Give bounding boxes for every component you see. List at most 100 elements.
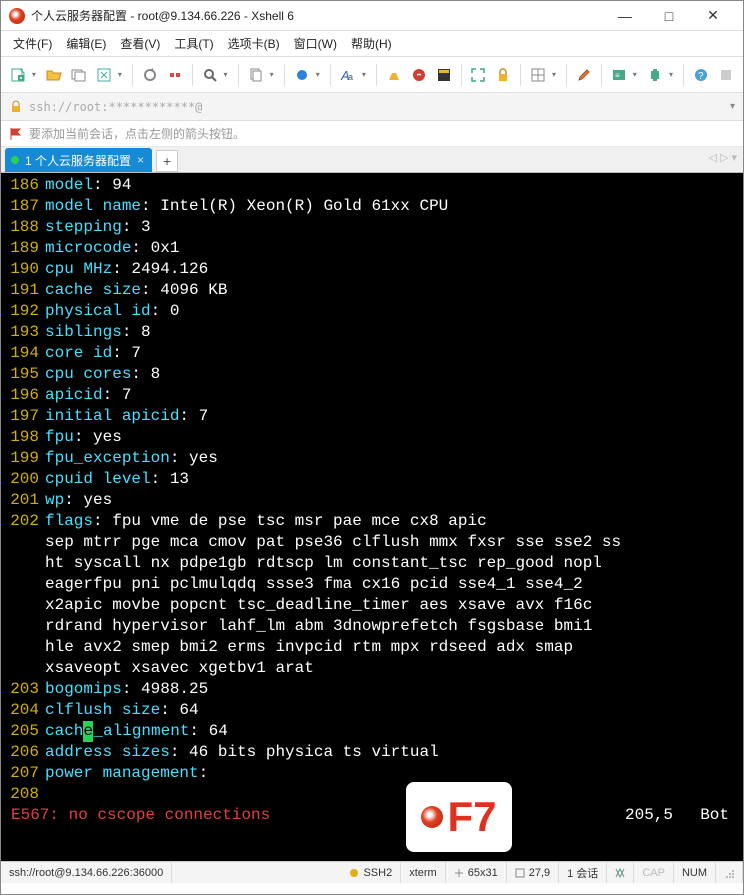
record-icon[interactable]: [408, 62, 430, 88]
about-icon[interactable]: [715, 62, 737, 88]
status-caps: CAP: [634, 862, 674, 883]
terminal-line: xsaveopt xsavec xgetbv1 arat: [1, 658, 743, 679]
menu-view[interactable]: 查看(V): [114, 32, 166, 55]
separator: [683, 64, 684, 86]
dropdown-icon[interactable]: ▾: [552, 70, 560, 79]
status-cursor: 27,9: [507, 862, 559, 883]
separator: [601, 64, 602, 86]
terminal-line: 200 cpuid level : 13: [1, 469, 743, 490]
dropdown-icon[interactable]: ▾: [224, 70, 232, 79]
tab-add-button[interactable]: +: [156, 150, 178, 172]
plugin-icon[interactable]: [644, 62, 666, 88]
fullscreen-icon[interactable]: [468, 62, 490, 88]
terminal-line: 206 address sizes : 46 bits physica ts v…: [1, 742, 743, 763]
status-dot-icon: [11, 156, 19, 164]
highlight-icon[interactable]: [383, 62, 405, 88]
terminal-line: 201 wp : yes: [1, 490, 743, 511]
menu-help[interactable]: 帮助(H): [345, 32, 398, 55]
terminal-line: 193 siblings : 8: [1, 322, 743, 343]
dropdown-icon[interactable]: ▾: [730, 101, 735, 112]
terminal-line: ht syscall nx pdpe1gb rdtscp lm constant…: [1, 553, 743, 574]
dropdown-icon[interactable]: ▾: [362, 70, 370, 79]
window-title: 个人云服务器配置 - root@9.134.66.226 - Xshell 6: [31, 7, 603, 24]
svg-text:?: ?: [698, 71, 704, 82]
tab-close-icon[interactable]: ×: [137, 153, 144, 167]
session-tab[interactable]: 1 个人云服务器配置 ×: [5, 148, 152, 172]
terminal-line: 195 cpu cores : 8: [1, 364, 743, 385]
status-grip-icon: [716, 862, 743, 883]
dropdown-icon[interactable]: ▾: [118, 70, 126, 79]
minimize-button[interactable]: —: [603, 2, 647, 30]
edit-icon[interactable]: [573, 62, 595, 88]
dropdown-icon[interactable]: ▾: [270, 70, 278, 79]
status-bar: ssh://root@9.134.66.226:36000 SSH2 xterm…: [1, 861, 743, 883]
open-icon[interactable]: [43, 62, 65, 88]
terminal-line: 199 fpu_exception : yes: [1, 448, 743, 469]
close-button[interactable]: ✕: [691, 2, 735, 30]
copy-icon[interactable]: [245, 62, 267, 88]
lock-icon[interactable]: [492, 62, 514, 88]
tabs-icon[interactable]: [68, 62, 90, 88]
svg-text:a: a: [348, 72, 353, 82]
hint-bar: 要添加当前会话，点击左侧的箭头按钮。: [1, 121, 743, 147]
shortcut-overlay: F7: [406, 782, 512, 852]
hint-text: 要添加当前会话，点击左侧的箭头按钮。: [29, 125, 245, 142]
help-icon[interactable]: ?: [690, 62, 712, 88]
status-net-icon: [607, 862, 634, 883]
command-icon[interactable]: ≡: [608, 62, 630, 88]
title-bar: 个人云服务器配置 - root@9.134.66.226 - Xshell 6 …: [1, 1, 743, 31]
separator: [132, 64, 133, 86]
terminal-error: E567: no cscope connections205,5Bot: [1, 805, 743, 826]
cursor: e: [83, 721, 93, 742]
overlay-key: F7: [447, 793, 496, 841]
menu-file[interactable]: 文件(F): [7, 32, 58, 55]
terminal[interactable]: 186 model : 94187 model name : Intel(R) …: [1, 173, 743, 861]
terminal-line: 196 apicid : 7: [1, 385, 743, 406]
dropdown-icon[interactable]: ▾: [32, 70, 40, 79]
status-connection: ssh://root@9.134.66.226:36000: [1, 862, 172, 883]
menu-window[interactable]: 窗口(W): [288, 32, 343, 55]
terminal-line: hle avx2 smep bmi2 erms invpcid rtm mpx …: [1, 637, 743, 658]
reconnect-icon[interactable]: [139, 62, 161, 88]
terminal-line: 191 cache size : 4096 KB: [1, 280, 743, 301]
terminal-line: rdrand hypervisor lahf_lm abm 3dnowprefe…: [1, 616, 743, 637]
terminal-line: 189 microcode : 0x1: [1, 238, 743, 259]
layout-icon[interactable]: [527, 62, 549, 88]
terminal-line: 197 initial apicid : 7: [1, 406, 743, 427]
app-icon: [9, 8, 25, 24]
menu-tools[interactable]: 工具(T): [168, 32, 219, 55]
terminal-line: 186 model : 94: [1, 175, 743, 196]
separator: [192, 64, 193, 86]
flag-icon: [9, 127, 23, 141]
terminal-line: 198 fpu : yes: [1, 427, 743, 448]
xshell-icon: [421, 806, 443, 828]
terminal-line: 190 cpu MHz : 2494.126: [1, 259, 743, 280]
tab-nav[interactable]: ◁ ▷ ▾: [708, 151, 737, 164]
disconnect-icon[interactable]: [164, 62, 186, 88]
font-icon[interactable]: Aa: [337, 62, 359, 88]
separator: [520, 64, 521, 86]
transfer-icon[interactable]: [93, 62, 115, 88]
dropdown-icon[interactable]: ▾: [316, 70, 324, 79]
toolbar: ▾ ▾ ▾ ▾ ▾ Aa ▾ ▾ ≡ ▾ ▾ ?: [1, 57, 743, 93]
tab-bar: 1 个人云服务器配置 × + ◁ ▷ ▾: [1, 147, 743, 173]
terminal-line: 202 flags : fpu vme de pse tsc msr pae m…: [1, 511, 743, 532]
dropdown-icon[interactable]: ▾: [633, 70, 641, 79]
terminal-line: 188 stepping : 3: [1, 217, 743, 238]
dropdown-icon[interactable]: ▾: [669, 70, 677, 79]
maximize-button[interactable]: □: [647, 2, 691, 30]
address-bar[interactable]: ssh://root:************@ ▾: [1, 93, 743, 121]
terminal-line: eagerfpu pni pclmulqdq ssse3 fma cx16 pc…: [1, 574, 743, 595]
separator: [566, 64, 567, 86]
new-session-icon[interactable]: [7, 62, 29, 88]
search-icon[interactable]: [199, 62, 221, 88]
menu-edit[interactable]: 编辑(E): [60, 32, 112, 55]
terminal-line: 203 bogomips : 4988.25: [1, 679, 743, 700]
menu-tabs[interactable]: 选项卡(B): [222, 32, 286, 55]
script-icon[interactable]: [433, 62, 455, 88]
color-icon[interactable]: [291, 62, 313, 88]
status-sessions: 1 会话: [559, 862, 607, 883]
status-num: NUM: [674, 862, 716, 883]
terminal-line: 205 cache_alignment : 64: [1, 721, 743, 742]
separator: [461, 64, 462, 86]
